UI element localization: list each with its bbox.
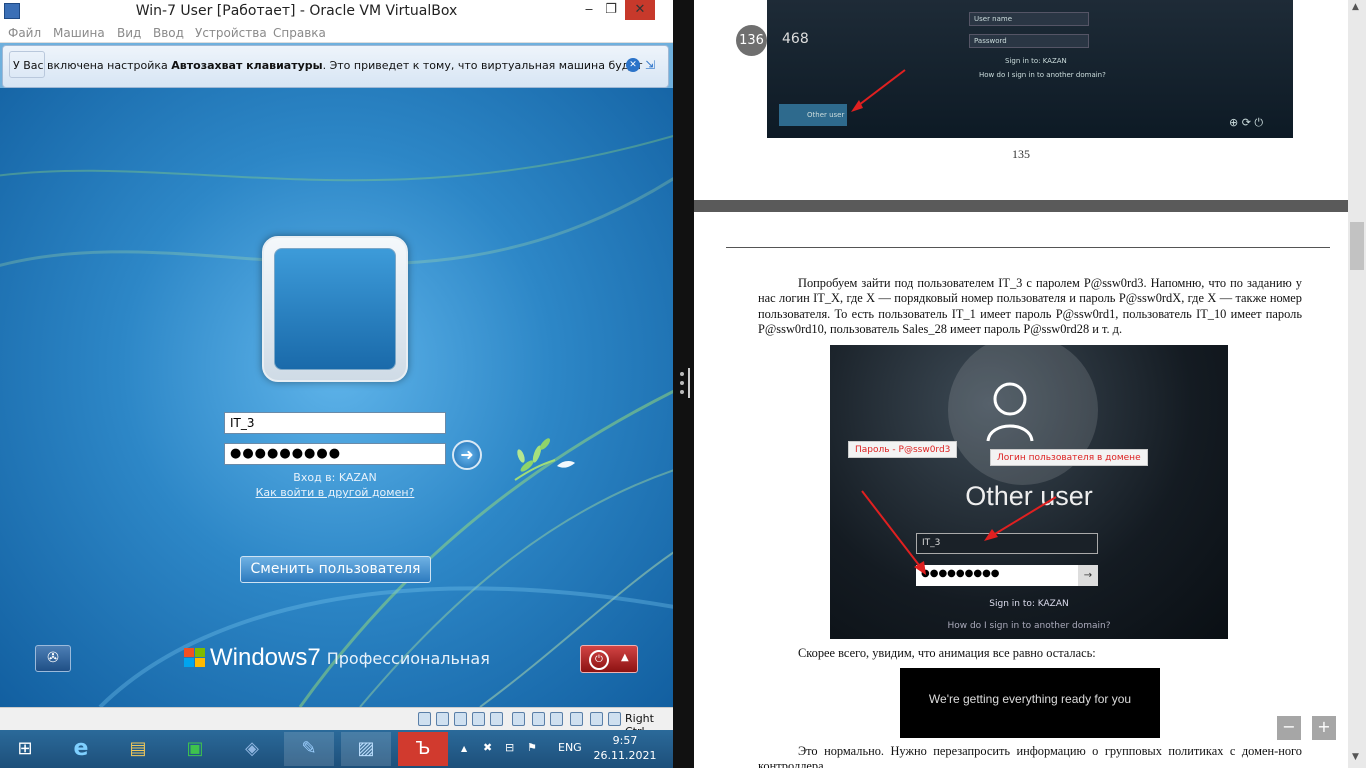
optical-drive-icon[interactable] — [436, 712, 449, 726]
store-icon[interactable]: ▣ — [170, 732, 220, 766]
video-capture-icon[interactable] — [550, 712, 563, 726]
body-paragraph: Попробуем зайти под пользователем IT_3 с… — [758, 276, 1302, 337]
virtualbox-icon[interactable]: ◈ — [227, 732, 277, 766]
scroll-down-icon[interactable]: ▼ — [1352, 752, 1359, 762]
body-paragraph: Это нормально. Нужно перезапросить инфор… — [758, 744, 1302, 768]
windows7-logon-screen: IT_3 ●●●●●●●●● ➜ Вход в: KAZAN Как войти… — [0, 88, 673, 707]
screenshot-getting-ready: We're getting everything ready for you — [900, 668, 1160, 738]
body-paragraph: Скорее всего, увидим, что анимация все р… — [798, 646, 1096, 660]
ease-of-access-button[interactable]: ✇ — [35, 645, 71, 672]
vm-window-icon[interactable]: ✎ — [284, 732, 334, 766]
menu-machine[interactable]: Машина — [53, 26, 105, 40]
audio-icon[interactable] — [454, 712, 467, 726]
shot-getting-ready-text: We're getting everything ready for you — [928, 692, 1132, 706]
annotation-arrows — [861, 490, 1057, 575]
total-pages: 468 — [782, 31, 809, 47]
taskbar: ⊞ e ▤ ▣ ◈ ✎ ▨ Ъ ▲ ✖ ⊟ ⚑ ENG 9:57 26.11.2… — [0, 730, 673, 768]
zoom-in-button[interactable]: + — [1312, 716, 1336, 740]
other-domain-link[interactable]: Как войти в другой домен? — [224, 486, 446, 499]
menu-file[interactable]: Файл — [8, 26, 41, 40]
divider-handle — [688, 368, 690, 398]
page-footer-number: 135 — [1012, 147, 1030, 161]
power-icon: ⏻ — [589, 650, 609, 670]
page-rule — [726, 247, 1330, 248]
hdd-icon[interactable] — [418, 712, 431, 726]
notice-text: У Вас включена настройка Автозахват клав… — [13, 59, 643, 72]
shared-folders-icon[interactable] — [512, 712, 525, 726]
vbox-menubar: Файл Машина Вид Ввод Устройства Справка — [0, 22, 673, 43]
show-hidden-icons-icon[interactable]: ▲ — [461, 744, 467, 753]
explorer-icon[interactable]: ▤ — [113, 732, 163, 766]
password-field[interactable]: ●●●●●●●●● — [224, 443, 446, 465]
red-arrow — [851, 69, 906, 112]
sound-muted-icon[interactable]: ✖ — [483, 741, 492, 754]
logon-domain-label: Вход в: KAZAN — [293, 471, 377, 484]
zoom-out-button[interactable]: − — [1277, 716, 1301, 740]
scrollbar-thumb[interactable] — [1350, 222, 1364, 270]
user-avatar — [262, 236, 408, 382]
clock[interactable]: 9:57 26.11.2021 — [590, 733, 660, 763]
pdf-reader: User name Password Sign in to: KAZAN How… — [694, 0, 1366, 768]
restore-button[interactable]: ❐ — [596, 0, 626, 20]
notice-bold: Автозахват клавиатуры — [171, 59, 323, 72]
notice-dont-show-icon[interactable]: ⇲ — [645, 57, 661, 73]
mouse-integration-icon[interactable] — [590, 712, 603, 726]
menu-help[interactable]: Справка — [273, 26, 326, 40]
switch-user-button[interactable]: Сменить пользователя — [240, 556, 431, 583]
shot-system-icons: ⊕ ⟳ ⏻ — [1229, 116, 1264, 129]
scroll-up-icon[interactable]: ▲ — [1352, 2, 1359, 12]
edition-label: Профессиональная — [326, 648, 490, 668]
divider-grip-dot — [680, 381, 684, 385]
submit-arrow-button[interactable]: ➜ — [452, 440, 482, 470]
menu-view[interactable]: Вид — [117, 26, 141, 40]
clock-time: 9:57 — [612, 734, 638, 747]
screenshot-other-user: Пароль - P@ssw0rd3 Логин пользователя в … — [830, 345, 1228, 639]
pdf-reader-icon[interactable]: Ъ — [398, 732, 448, 766]
current-page-badge: 136 — [736, 25, 767, 56]
shutdown-options-icon[interactable]: ▲ — [621, 652, 629, 663]
pdf-page-current: Попробуем зайти под пользователем IT_3 с… — [694, 212, 1348, 768]
vbox-statusbar: Right Ctrl — [0, 707, 673, 738]
display-icon[interactable] — [532, 712, 545, 726]
clock-date: 26.11.2021 — [593, 749, 657, 762]
close-button[interactable]: ✕ — [625, 0, 655, 20]
vbox-titlebar[interactable]: Win-7 User [Работает] - Oracle VM Virtua… — [0, 0, 673, 22]
start-icon[interactable]: ⊞ — [0, 732, 50, 766]
menu-input[interactable]: Ввод — [153, 26, 184, 40]
input-language[interactable]: ENG — [558, 741, 582, 754]
bird-branch-icon — [514, 438, 575, 481]
keyboard-capture-icon[interactable] — [608, 712, 621, 726]
username-field[interactable]: IT_3 — [224, 412, 446, 434]
menu-devices[interactable]: Устройства — [195, 26, 267, 40]
ie-icon[interactable]: e — [56, 732, 106, 766]
vbox-window-title: Win-7 User [Работает] - Oracle VM Virtua… — [135, 3, 458, 19]
notice-suffix: . Это приведет к тому, что виртуальная м… — [322, 59, 643, 72]
network-icon[interactable] — [472, 712, 485, 726]
brand-windows: Windows — [210, 644, 308, 671]
split-divider[interactable] — [673, 0, 694, 768]
divider-grip-dot — [680, 390, 684, 394]
shutdown-button[interactable]: ⏻ ▲ — [580, 645, 638, 673]
divider-grip-dot — [680, 372, 684, 376]
avatar-picture — [274, 248, 396, 370]
usb-icon[interactable] — [490, 712, 503, 726]
notice-prefix: У Вас включена настройка — [13, 59, 172, 72]
windows7-logo: Windows7 Профессиональная — [184, 644, 490, 672]
windows-flag-icon — [184, 648, 206, 668]
background-swirls — [0, 134, 673, 707]
notice-close-icon[interactable]: ✕ — [626, 58, 640, 72]
virtualbox-window: Win-7 User [Работает] - Oracle VM Virtua… — [0, 0, 673, 738]
action-center-icon[interactable]: ⚑ — [527, 741, 537, 754]
screenshot-login-dark: User name Password Sign in to: KAZAN How… — [767, 0, 1293, 138]
image-viewer-icon[interactable]: ▨ — [341, 732, 391, 766]
brand-version: 7 — [307, 644, 321, 671]
vertical-scrollbar[interactable]: ▲ ▼ — [1348, 0, 1366, 768]
cpu-icon[interactable] — [570, 712, 583, 726]
network-status-icon[interactable]: ⊟ — [505, 741, 514, 754]
desktop: Win-7 User [Работает] - Oracle VM Virtua… — [0, 0, 1366, 768]
keyboard-capture-notice: У Вас включена настройка Автозахват клав… — [2, 45, 669, 88]
pdf-page-previous: User name Password Sign in to: KAZAN How… — [694, 0, 1348, 200]
